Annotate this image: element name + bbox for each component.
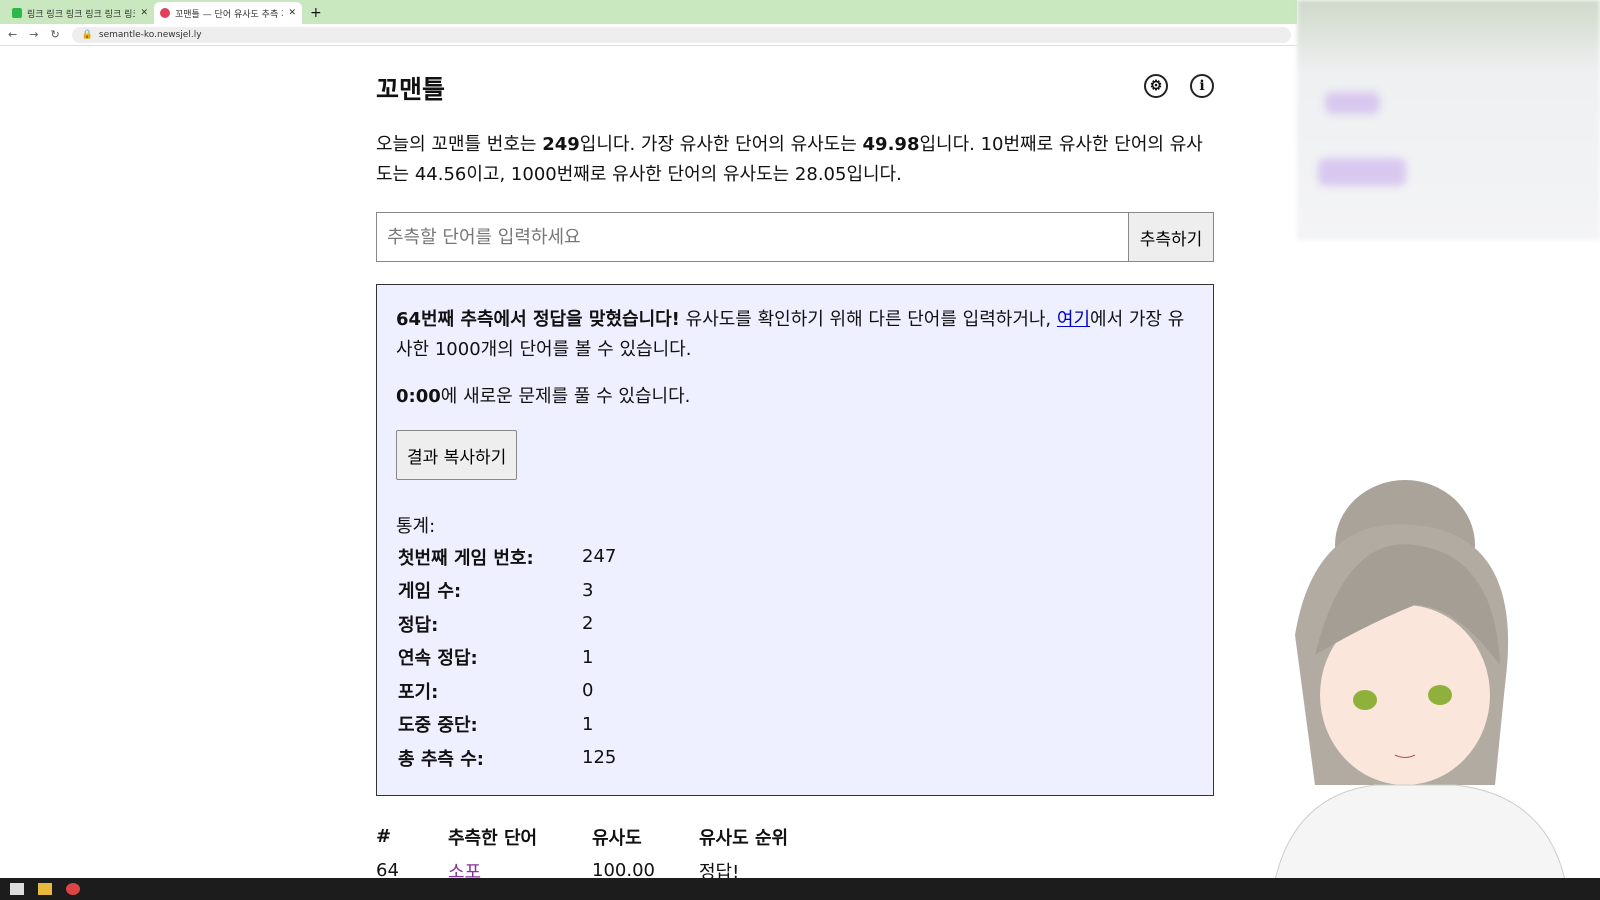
- stat-row: 연속 정답: 1: [396, 641, 1194, 675]
- blurred-shape: [1325, 92, 1380, 114]
- stat-label: 정답:: [398, 614, 439, 636]
- stat-row: 정답: 2: [396, 607, 1194, 641]
- tab-semantle[interactable]: 꼬맨틀 — 단어 유사도 추측 게임✕: [154, 2, 302, 24]
- new-tab-button[interactable]: +: [310, 5, 322, 24]
- address-bar: ← → ↻ 🔒 semantle-ko.newsjel.ly: [0, 24, 1297, 46]
- vtuber-avatar: [1274, 480, 1566, 880]
- stats: 통계: 첫번째 게임 번호: 247 게임 수: 3 정답: 2 연속 정답: 1 포기: 0 도중…: [396, 512, 1194, 775]
- stat-value: 0: [582, 680, 594, 702]
- file-explorer-icon[interactable]: [38, 883, 52, 895]
- stat-value: 1: [582, 646, 594, 668]
- guess-button[interactable]: 추측하기: [1129, 212, 1214, 262]
- blurred-shape: [1318, 158, 1406, 186]
- settings-gear-icon[interactable]: ⚙: [1144, 74, 1168, 98]
- main-content: 꼬맨틀 ⚙ i 오늘의 꼬맨틀 번호는 249입니다. 가장 유사한 단어의 유…: [376, 60, 1214, 888]
- forward-icon[interactable]: →: [29, 28, 38, 41]
- result-panel: 64번째 추측에서 정답을 맞혔습니다! 유사도를 확인하기 위해 다른 단어를…: [376, 284, 1214, 796]
- reload-icon[interactable]: ↻: [50, 28, 59, 41]
- stat-row: 첫번째 게임 번호: 247: [396, 540, 1194, 574]
- start-windows-icon[interactable]: [10, 883, 24, 895]
- info-icon[interactable]: i: [1190, 74, 1214, 98]
- stat-label: 총 추측 수:: [398, 748, 484, 770]
- stat-value: 1: [582, 713, 594, 735]
- success-message: 64번째 추측에서 정답을 맞혔습니다! 유사도를 확인하기 위해 다른 단어를…: [396, 309, 1185, 360]
- stat-row: 도중 중단: 1: [396, 708, 1194, 742]
- taskbar: [0, 878, 1600, 900]
- tab-links[interactable]: 링크 링크 링크 링크 링크 링크 ✕: [6, 2, 154, 24]
- back-icon[interactable]: ←: [8, 28, 17, 41]
- stat-value: 3: [582, 579, 594, 601]
- lock-icon: 🔒: [81, 29, 93, 40]
- next-puzzle-message: 0:00에 새로운 문제를 풀 수 있습니다.: [396, 386, 691, 407]
- stat-value: 247: [582, 546, 617, 568]
- tab-favicon-icon: [12, 8, 22, 18]
- intro-text: 오늘의 꼬맨틀 번호는 249입니다. 가장 유사한 단어의 유사도는 49.9…: [376, 134, 1203, 185]
- stat-row: 총 추측 수: 125: [396, 741, 1194, 775]
- tab-bar: 링크 링크 링크 링크 링크 링크✕ 꼬맨틀 — 단어 유사도 추측 게임✕ +: [0, 0, 1297, 24]
- stat-label: 게임 수:: [398, 581, 462, 603]
- guess-form: 추측하기: [376, 212, 1214, 262]
- stat-label: 도중 중단:: [398, 715, 478, 737]
- close-icon[interactable]: ✕: [140, 8, 148, 18]
- stats-label: 통계:: [396, 516, 436, 537]
- stat-row: 게임 수: 3: [396, 574, 1194, 608]
- guess-input[interactable]: [376, 212, 1129, 262]
- chrome-icon[interactable]: [66, 883, 80, 895]
- stat-value: 125: [582, 747, 617, 769]
- blurred-overlay: [1297, 0, 1600, 240]
- copy-result-button[interactable]: 결과 복사하기: [396, 430, 518, 480]
- stat-label: 포기:: [398, 681, 439, 703]
- top-words-link[interactable]: 여기: [1057, 309, 1090, 330]
- close-icon[interactable]: ✕: [288, 8, 296, 18]
- stat-label: 연속 정답:: [398, 648, 478, 670]
- stat-row: 포기: 0: [396, 674, 1194, 708]
- url-field[interactable]: 🔒 semantle-ko.newsjel.ly: [71, 26, 1291, 43]
- stat-value: 2: [582, 613, 594, 635]
- tab-favicon-icon: [160, 8, 170, 18]
- stat-label: 첫번째 게임 번호:: [398, 547, 534, 569]
- page-title: 꼬맨틀: [376, 75, 446, 104]
